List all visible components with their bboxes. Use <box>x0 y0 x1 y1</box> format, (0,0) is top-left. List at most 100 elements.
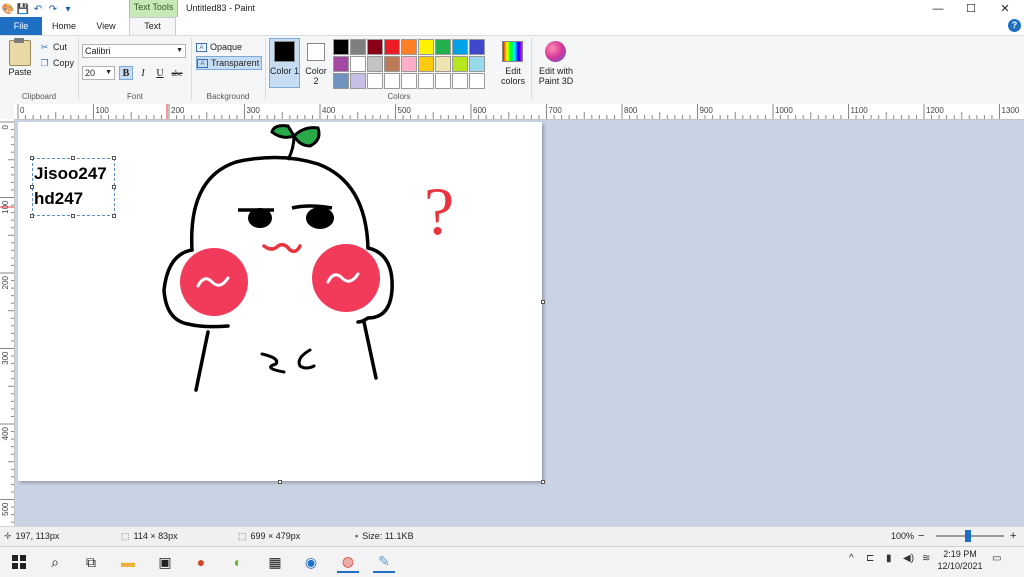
cut-button[interactable]: ✂ Cut <box>39 40 67 54</box>
underline-button[interactable]: U <box>153 66 167 80</box>
palette-swatch[interactable] <box>384 56 400 72</box>
tab-home[interactable]: Home <box>46 17 82 35</box>
palette-swatch[interactable] <box>435 73 451 89</box>
minimize-button[interactable]: — <box>922 0 954 17</box>
file-explorer-icon[interactable]: ▬ <box>117 551 139 573</box>
palette-swatch[interactable] <box>333 39 349 55</box>
resize-handle[interactable] <box>112 185 116 189</box>
palette-swatch[interactable] <box>469 39 485 55</box>
file-size-value: Size: 11.1KB <box>362 531 414 541</box>
customize-icon[interactable]: ▾ <box>62 3 74 15</box>
palette-swatch[interactable] <box>333 56 349 72</box>
clipboard-clip-icon <box>14 38 24 43</box>
transparent-button[interactable]: A Transparent <box>196 56 262 70</box>
zoom-out-button[interactable]: − <box>918 530 924 542</box>
palette-swatch[interactable] <box>367 56 383 72</box>
palette-swatch[interactable] <box>452 73 468 89</box>
palette-swatch[interactable] <box>435 39 451 55</box>
palette-swatch[interactable] <box>452 39 468 55</box>
show-hidden-icons-icon[interactable]: ^ <box>849 553 854 564</box>
transparent-label: Transparent <box>211 58 260 68</box>
color2-label: Color 2 <box>305 66 327 86</box>
palette-swatch[interactable] <box>435 56 451 72</box>
undo-icon[interactable]: ↶ <box>32 3 44 15</box>
snipping-icon[interactable]: ◉ <box>300 551 322 573</box>
edit-colors-label[interactable]: Edit colors <box>496 66 530 86</box>
palette-swatch[interactable] <box>367 39 383 55</box>
font-size-select[interactable]: 20 ▼ <box>82 66 115 80</box>
resize-handle[interactable] <box>71 156 75 160</box>
zoom-slider-thumb[interactable] <box>965 530 971 542</box>
palette-swatch[interactable] <box>401 56 417 72</box>
chrome-icon[interactable]: ◍ <box>337 551 359 573</box>
paint3d-icon[interactable] <box>545 41 566 62</box>
palette-swatch[interactable] <box>384 73 400 89</box>
edit-with-paint3d-label[interactable]: Edit with Paint 3D <box>534 66 578 86</box>
store-icon[interactable]: ▣ <box>154 551 176 573</box>
palette-swatch[interactable] <box>469 56 485 72</box>
opaque-button[interactable]: A Opaque <box>196 40 260 54</box>
paint-app-icon[interactable]: 🎨 <box>2 3 14 15</box>
game-icon[interactable]: ◐ <box>227 551 249 573</box>
ruler-label: 700 <box>549 106 563 115</box>
ruler-label: 200 <box>1 275 10 289</box>
text-box-content[interactable]: Jisoo247 hd247 <box>34 161 107 211</box>
tab-file[interactable]: File <box>0 17 42 35</box>
palette-swatch[interactable] <box>452 56 468 72</box>
task-view-icon[interactable]: ⧉ <box>80 551 102 573</box>
opaque-icon: A <box>196 42 207 52</box>
calculator-icon[interactable]: ▦ <box>264 551 286 573</box>
color-palette <box>333 39 485 89</box>
palette-swatch[interactable] <box>350 56 366 72</box>
palette-swatch[interactable] <box>401 73 417 89</box>
paint-icon[interactable]: ✎ <box>373 551 395 573</box>
color2-swatch[interactable] <box>307 43 325 61</box>
resize-handle[interactable] <box>112 156 116 160</box>
resize-handle[interactable] <box>30 156 34 160</box>
network-icon[interactable]: ⊏ <box>866 553 874 564</box>
strikethrough-button[interactable]: abc <box>170 66 184 80</box>
volume-icon[interactable]: ◀) <box>903 553 914 564</box>
font-family-select[interactable]: Calibri ▼ <box>82 44 186 58</box>
notifications-icon[interactable]: ▭ <box>992 553 1001 564</box>
copy-button[interactable]: ❐ Copy <box>39 56 74 70</box>
tab-view[interactable]: View <box>88 17 124 35</box>
resize-handle[interactable] <box>30 214 34 218</box>
palette-swatch[interactable] <box>350 73 366 89</box>
color-spectrum-icon[interactable] <box>502 41 523 62</box>
canvas-resize-handle[interactable] <box>278 480 282 484</box>
ruler-label: 200 <box>171 106 185 115</box>
bold-button[interactable]: B <box>119 66 133 80</box>
clock-date[interactable]: 12/10/2021 <box>936 561 984 571</box>
palette-swatch[interactable] <box>333 73 349 89</box>
canvas-resize-handle[interactable] <box>541 300 545 304</box>
redo-icon[interactable]: ↷ <box>47 3 59 15</box>
palette-swatch[interactable] <box>418 73 434 89</box>
palette-swatch[interactable] <box>401 39 417 55</box>
zoom-in-button[interactable]: + <box>1010 530 1016 542</box>
powerpoint-icon[interactable]: ● <box>190 551 212 573</box>
save-icon[interactable]: 💾 <box>17 3 29 15</box>
scissors-icon: ✂ <box>40 41 49 52</box>
microphone-icon[interactable]: ▮ <box>886 553 892 564</box>
resize-handle[interactable] <box>112 214 116 218</box>
palette-swatch[interactable] <box>350 39 366 55</box>
palette-swatch[interactable] <box>418 56 434 72</box>
left-leg <box>194 330 210 392</box>
search-icon[interactable]: ⌕ <box>44 551 66 573</box>
palette-swatch[interactable] <box>367 73 383 89</box>
tab-text[interactable]: Text <box>129 17 176 35</box>
palette-swatch[interactable] <box>418 39 434 55</box>
help-icon[interactable]: ? <box>1008 19 1021 32</box>
canvas-resize-handle[interactable] <box>541 480 545 484</box>
close-button[interactable]: ✕ <box>989 0 1021 17</box>
wifi-icon[interactable]: ≋ <box>922 553 930 564</box>
clipboard-group-label: Clipboard <box>21 92 57 101</box>
palette-swatch[interactable] <box>384 39 400 55</box>
palette-swatch[interactable] <box>469 73 485 89</box>
clock-time[interactable]: 2:19 PM <box>940 549 980 559</box>
maximize-button[interactable]: ☐ <box>955 0 987 17</box>
windows-start-icon[interactable] <box>8 551 30 573</box>
resize-handle[interactable] <box>71 214 75 218</box>
italic-button[interactable]: I <box>136 66 150 80</box>
